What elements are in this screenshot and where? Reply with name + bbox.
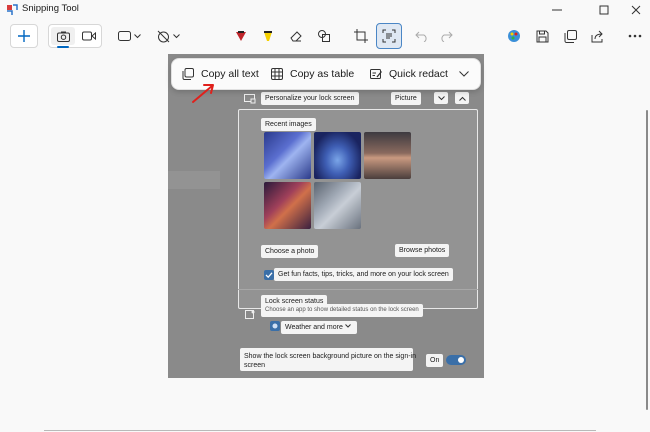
record-mode-button[interactable] [77, 27, 101, 45]
eraser-button[interactable] [284, 24, 308, 48]
chevron-down-icon [345, 324, 351, 328]
snip-mode-button[interactable] [51, 27, 75, 45]
delay-dropdown[interactable] [155, 26, 181, 46]
edit-in-paint-icon [508, 30, 520, 42]
capture-mode-group [48, 24, 102, 48]
quick-redact-button[interactable]: Quick redact [370, 59, 448, 89]
text-actions-button[interactable] [376, 23, 402, 49]
redact-icon [370, 69, 382, 79]
undo-icon [415, 31, 427, 42]
snip-shape-dropdown[interactable] [116, 26, 142, 46]
recent-image-5 [314, 182, 361, 229]
collapse-chevron [434, 92, 448, 104]
shapes-icon [318, 30, 330, 42]
share-button[interactable] [585, 24, 609, 48]
no-timer-icon [157, 30, 169, 42]
chevron-down-icon [172, 33, 180, 38]
close-button[interactable] [620, 0, 650, 20]
more-options-button[interactable] [623, 24, 647, 48]
vertical-scrollbar[interactable] [646, 110, 648, 410]
new-snip-button[interactable] [10, 24, 38, 48]
minimize-button[interactable] [541, 0, 573, 20]
ballpoint-pen-button[interactable] [229, 24, 253, 48]
recent-images-label: Recent images [261, 118, 316, 131]
redact-options-dropdown[interactable] [456, 66, 472, 82]
camera-icon [56, 31, 70, 42]
toggle-knob [458, 357, 464, 363]
toggle-state-label: On [426, 354, 444, 367]
snipping-tool-app-icon [7, 4, 18, 15]
share-icon [591, 30, 603, 42]
recent-image-1 [264, 132, 311, 179]
copy-as-table-label: Copy as table [290, 68, 355, 80]
save-button[interactable] [530, 24, 554, 48]
highlighter-button[interactable] [256, 24, 280, 48]
expand-chevron [455, 92, 469, 104]
section-divider [238, 289, 478, 290]
recent-image-3 [364, 132, 411, 179]
signin-background-setting: Show the lock screen background picture … [240, 348, 416, 371]
choose-photo-label: Choose a photo [261, 245, 319, 258]
shapes-button[interactable] [312, 24, 336, 48]
fun-facts-label: Get fun facts, tips, tricks, and more on… [274, 268, 453, 281]
chevron-down-icon [459, 71, 469, 77]
weather-app-icon [270, 321, 280, 331]
lock-status-icon [245, 310, 255, 319]
signin-background-label-line2: screen [244, 362, 266, 369]
chevron-down-icon [133, 33, 141, 38]
crop-icon [354, 29, 368, 43]
picture-dropdown: Picture [391, 92, 421, 105]
chevron-down-icon [437, 95, 445, 100]
more-icon [628, 34, 642, 38]
signin-background-toggle [446, 355, 466, 365]
text-actions-icon [382, 29, 396, 43]
title-bar: Snipping Tool [0, 0, 650, 20]
plus-icon [18, 30, 30, 42]
undo-button[interactable] [410, 24, 434, 48]
ballpoint-pen-icon [236, 31, 246, 41]
minimize-icon [552, 9, 562, 11]
lock-screen-icon [244, 94, 256, 104]
copy-all-text-label: Copy all text [201, 68, 259, 80]
browse-photos-button: Browse photos [395, 244, 450, 257]
recent-image-2 [314, 132, 361, 179]
crop-button[interactable] [349, 24, 373, 48]
signin-background-label-line1: Show the lock screen background picture … [244, 353, 416, 360]
annotation-arrow [192, 84, 214, 103]
table-icon [271, 68, 283, 80]
save-icon [536, 30, 548, 42]
lock-screen-status-description: Choose an app to show detailed status on… [261, 304, 423, 317]
redo-icon [441, 31, 453, 42]
personalize-lock-screen-label: Personalize your lock screen [261, 92, 359, 105]
maximize-button[interactable] [588, 0, 620, 20]
video-icon [82, 31, 96, 41]
copy-icon [182, 68, 194, 80]
close-icon [631, 5, 641, 15]
checkbox-checked-icon [264, 270, 274, 280]
rectangle-snip-icon [117, 31, 131, 41]
quick-redact-label: Quick redact [389, 68, 448, 80]
copy-button[interactable] [558, 24, 582, 48]
edit-in-paint-button[interactable] [502, 24, 526, 48]
copy-as-table-button[interactable]: Copy as table [271, 59, 354, 89]
window-title: Snipping Tool [22, 3, 79, 14]
recent-image-4 [264, 182, 311, 229]
active-mode-indicator [57, 46, 69, 48]
copy-icon [564, 29, 577, 43]
chevron-up-icon [458, 96, 466, 101]
sidebar-highlight [168, 171, 220, 189]
eraser-icon [290, 31, 302, 42]
redo-button[interactable] [434, 24, 458, 48]
highlighter-icon [264, 31, 272, 41]
maximize-icon [599, 5, 609, 15]
horizontal-scrollbar[interactable] [44, 430, 596, 431]
